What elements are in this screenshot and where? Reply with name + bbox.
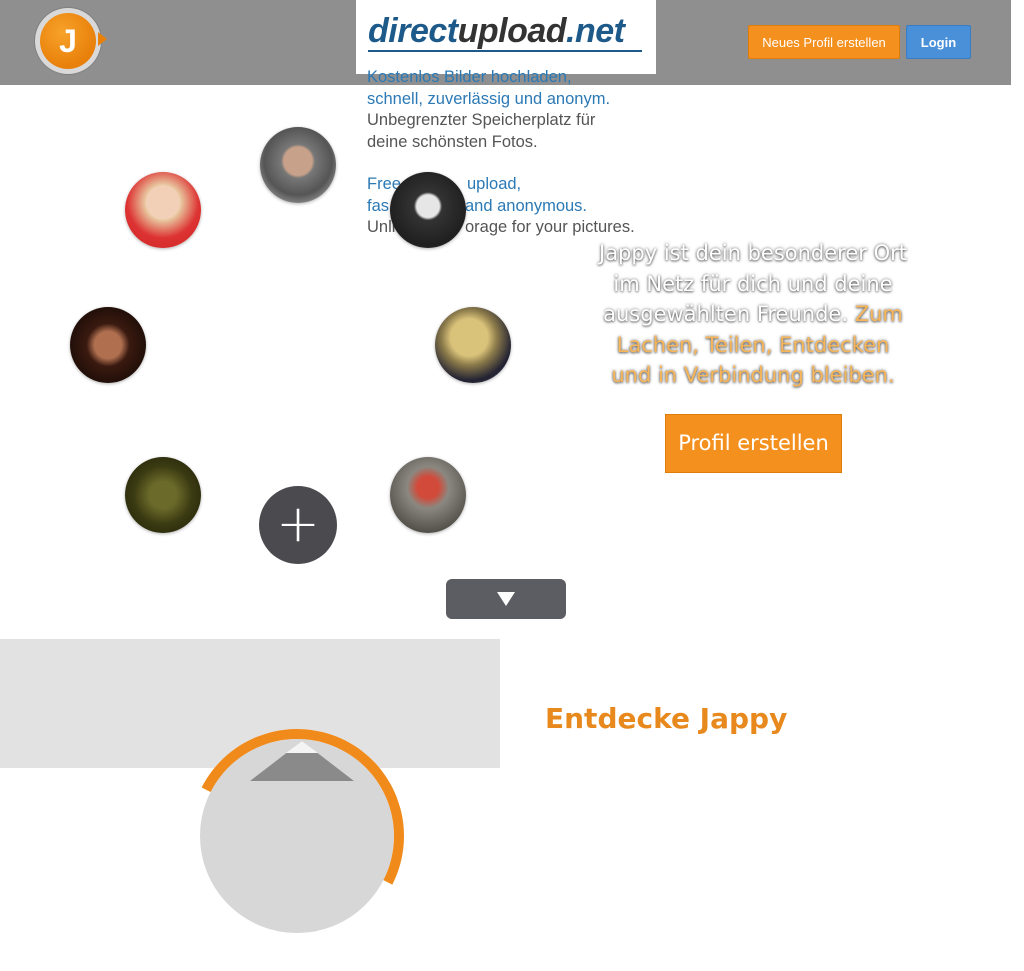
member-avatar[interactable]: [260, 127, 336, 203]
new-profile-button[interactable]: Neues Profil erstellen: [748, 25, 900, 59]
overlay-line-5b: upload,: [467, 175, 522, 193]
brand-part-direct: direct: [368, 12, 458, 50]
overlay-line-6b: and anonymous.: [465, 197, 588, 215]
member-avatar[interactable]: [390, 457, 466, 533]
member-avatar[interactable]: [70, 307, 146, 383]
chevron-down-icon: [497, 592, 515, 606]
logo-letter: J: [40, 13, 96, 69]
discover-illustration-panel: [0, 639, 500, 971]
member-avatar[interactable]: [435, 307, 511, 383]
login-button[interactable]: Login: [906, 25, 971, 59]
scroll-down-button[interactable]: [446, 579, 566, 619]
directupload-logo: directupload.net: [368, 12, 625, 51]
jappy-logo-icon[interactable]: J: [35, 8, 107, 74]
directupload-underline: [368, 50, 642, 52]
member-avatar[interactable]: [390, 172, 466, 248]
logo-notch: [98, 32, 107, 46]
overlay-line-7b: orage for your pictures.: [465, 218, 635, 236]
hero-tagline: Jappy ist dein besonderer Ort im Netz fü…: [596, 238, 910, 391]
overlay-line-2: schnell, zuverlässig und anonym.: [367, 90, 611, 108]
member-avatar[interactable]: [125, 457, 201, 533]
overlay-line-4: deine schönsten Fotos.: [367, 133, 538, 151]
member-avatar[interactable]: [125, 172, 201, 248]
overlay-line-6a: fas: [367, 197, 390, 215]
brand-part-net: .net: [566, 12, 625, 50]
discover-title: Entdecke Jappy: [545, 702, 788, 735]
overlay-line-1: Kostenlos Bilder hochladen,: [367, 68, 572, 86]
brand-part-upload: upload: [457, 12, 567, 50]
overlay-line-3: Unbegrenzter Speicherplatz für: [367, 111, 596, 129]
plus-icon[interactable]: +: [259, 486, 337, 564]
create-profile-button[interactable]: Profil erstellen: [665, 414, 842, 473]
directupload-banner[interactable]: directupload.net: [356, 0, 656, 74]
mountain-snow: [286, 741, 318, 753]
